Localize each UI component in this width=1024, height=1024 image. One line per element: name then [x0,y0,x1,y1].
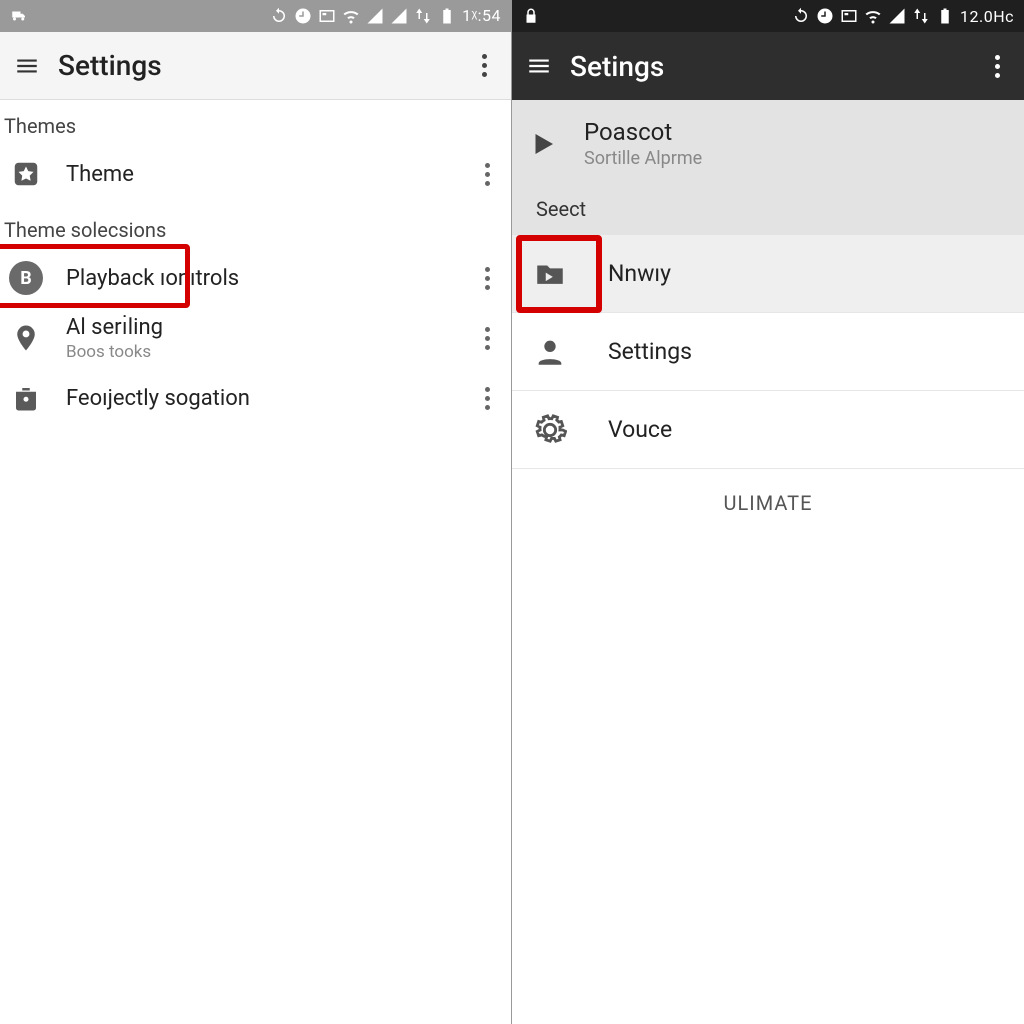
bag-icon [8,380,44,416]
page-title-right: Setings [570,50,982,83]
sync-icon [270,7,288,25]
appbar-right: Setings [512,32,1024,100]
wifi-icon [342,7,360,25]
gear-icon [526,406,574,454]
row-playback-label: Playback ıonıtrols [66,266,475,291]
menu-icon[interactable] [12,51,42,81]
row-al-label: Al serı̇ling [66,314,475,340]
lock-icon [522,7,540,25]
now-playing-title: Poascot [584,118,702,146]
clock-icon-r [816,7,834,25]
right-screenshot: 12.0Hc Setings Poascot Sortille Alprme [512,0,1024,1024]
play-icon[interactable] [526,127,560,161]
row-vouce[interactable]: Vouce [512,391,1024,469]
footer-ultimate: ULIMATE [512,469,1024,537]
row-theme-overflow[interactable] [475,159,505,189]
row-feo-label: Feoıjectly sogation [66,386,475,411]
truck-icon [10,7,28,25]
badge-b-icon: B [8,260,44,296]
row-nnwiy[interactable]: Nnwıy [512,235,1024,313]
row-playback-overflow[interactable] [475,263,505,293]
now-playing-panel: Poascot Sortille Alprme Seect [512,100,1024,235]
status-bar-right: 12.0Hc [512,0,1024,32]
row-nnwiy-label: Nnwıy [608,260,671,287]
signal-1-icon-r [888,7,906,25]
folder-icon [526,250,574,298]
now-playing-subtitle: Sortille Alprme [584,148,702,169]
now-playing-row[interactable]: Poascot Sortille Alprme [526,118,1010,169]
person-icon [526,328,574,376]
signal-1-icon [366,7,384,25]
row-theme-label: Theme [66,162,475,187]
box-icon-r [840,7,858,25]
data-icon-r [912,7,930,25]
data-icon [414,7,432,25]
row-settings[interactable]: Settings [512,313,1024,391]
section-seect: Seect [536,197,1010,221]
row-vouce-label: Vouce [608,416,672,443]
box-icon [318,7,336,25]
menu-icon-right[interactable] [524,51,554,81]
clock-icon [294,7,312,25]
sync-icon-r [792,7,810,25]
location-icon [8,320,44,356]
row-al-serling[interactable]: Al serı̇ling Boos tooks [0,308,511,368]
left-screenshot: 1ᵡ:54 Settings Themes Theme Theme solecs… [0,0,512,1024]
row-playback-controls[interactable]: B Playback ıonıtrols [0,248,511,308]
row-al-sub: Boos tooks [66,342,475,362]
signal-2-icon [390,7,408,25]
status-time-right: 12.0Hc [960,7,1014,26]
page-title-left: Settings [58,49,469,82]
section-theme-selections: Theme solecsions [0,204,511,248]
wifi-icon-r [864,7,882,25]
battery-icon [438,7,456,25]
row-al-overflow[interactable] [475,323,505,353]
overflow-menu-left[interactable] [469,51,499,81]
row-theme[interactable]: Theme [0,144,511,204]
overflow-menu-right[interactable] [982,51,1012,81]
status-bar-left: 1ᵡ:54 [0,0,511,32]
status-time-left: 1ᵡ:54 [462,6,501,26]
row-feo-overflow[interactable] [475,383,505,413]
row-settings-label: Settings [608,338,692,365]
section-themes: Themes [0,100,511,144]
row-feoijectly[interactable]: Feoıjectly sogation [0,368,511,428]
star-icon [8,156,44,192]
appbar-left: Settings [0,32,511,100]
battery-icon-r [936,7,954,25]
